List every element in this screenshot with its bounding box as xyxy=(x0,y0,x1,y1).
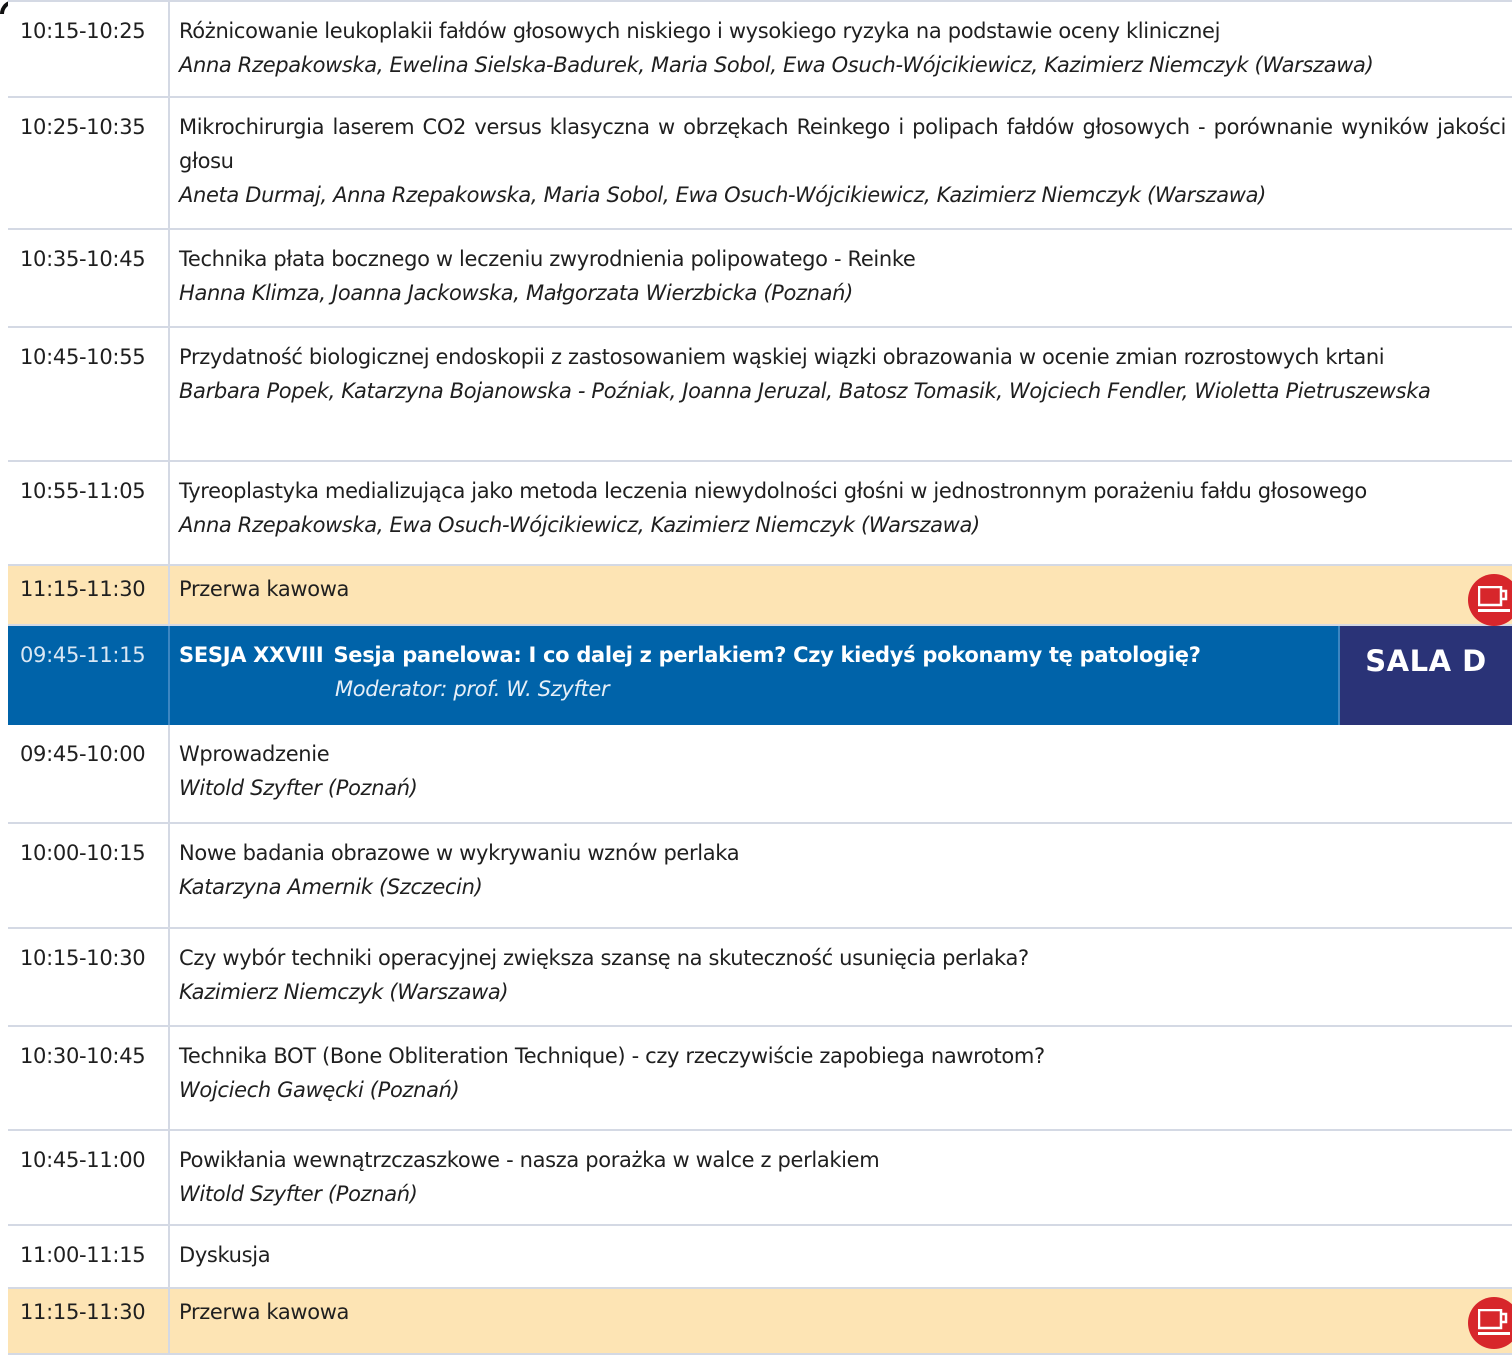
talk-title: Tyreoplastyka medializująca jako metoda … xyxy=(179,479,1367,503)
time-cell: 10:45-11:00 xyxy=(8,1131,170,1224)
talk-authors: Witold Szyfter (Poznań) xyxy=(179,776,418,800)
time-cell: 10:15-10:25 xyxy=(8,2,170,96)
room-badge: SALA D xyxy=(1338,626,1512,725)
coffee-break-row: 11:15-11:30 Przerwa kawowa xyxy=(8,566,1512,626)
session-moderator: Moderator: prof. W. Szyfter xyxy=(335,677,610,701)
time-cell: 10:25-10:35 xyxy=(8,98,170,228)
talk-authors: Katarzyna Amernik (Szczecin) xyxy=(179,875,483,899)
time-cell: 10:55-11:05 xyxy=(8,462,170,564)
talk-authors: Anna Rzepakowska, Ewelina Sielska-Badure… xyxy=(179,53,1374,77)
session-heading: SESJA XXVIII Sesja panelowa: I co dalej z… xyxy=(179,638,1332,672)
talk-title: Technika BOT (Bone Obliteration Techniqu… xyxy=(179,1044,1045,1068)
talk-cell: Czy wybór techniki operacyjnej zwiększa … xyxy=(170,929,1512,1025)
time-cell: 11:15-11:30 xyxy=(8,566,170,624)
coffee-break-row: 11:15-11:30 Przerwa kawowa xyxy=(8,1289,1512,1355)
table-row: 10:45-11:00 Powikłania wewnątrzczaszkowe… xyxy=(8,1131,1512,1226)
talk-cell: Wprowadzenie Witold Szyfter (Poznań) xyxy=(170,725,1512,822)
table-row: 10:35-10:45 Technika płata bocznego w le… xyxy=(8,230,1512,328)
talk-authors: Wojciech Gawęcki (Poznań) xyxy=(179,1078,460,1102)
talk-cell: Nowe badania obrazowe w wykrywaniu wznów… xyxy=(170,824,1512,927)
program-table: 10:15-10:25 Różnicowanie leukoplakii fał… xyxy=(8,0,1512,1355)
break-label: Przerwa kawowa xyxy=(179,577,350,601)
time-cell: 10:00-10:15 xyxy=(8,824,170,927)
talk-authors: Anna Rzepakowska, Ewa Osuch-Wójcikiewicz… xyxy=(179,513,980,537)
time-cell: 10:30-10:45 xyxy=(8,1027,170,1129)
talk-cell: Przydatność biologicznej endoskopii z za… xyxy=(170,328,1512,460)
coffee-cup-icon xyxy=(1468,1297,1512,1349)
session-title: Sesja panelowa: I co dalej z perlakiem? … xyxy=(333,643,1201,667)
talk-title: Czy wybór techniki operacyjnej zwiększa … xyxy=(179,946,1029,970)
table-row: 09:45-10:00 Wprowadzenie Witold Szyfter … xyxy=(8,725,1512,824)
time-cell: 10:15-10:30 xyxy=(8,929,170,1025)
time-cell: 11:15-11:30 xyxy=(8,1289,170,1353)
talk-authors: Hanna Klimza, Joanna Jackowska, Małgorza… xyxy=(179,281,853,305)
break-label: Przerwa kawowa xyxy=(179,1300,350,1324)
table-row: 10:45-10:55 Przydatność biologicznej end… xyxy=(8,328,1512,462)
table-row: 10:15-10:25 Różnicowanie leukoplakii fał… xyxy=(8,0,1512,98)
talk-title: Wprowadzenie xyxy=(179,742,330,766)
talk-authors: Barbara Popek, Katarzyna Bojanowska - Po… xyxy=(179,379,1431,403)
session-code: SESJA XXVIII xyxy=(179,643,324,667)
table-row: 10:15-10:30 Czy wybór techniki operacyjn… xyxy=(8,929,1512,1027)
session-header: 09:45-11:15 SESJA XXVIII Sesja panelowa: … xyxy=(8,626,1512,725)
talk-title: Dyskusja xyxy=(179,1243,271,1267)
session-info: SESJA XXVIII Sesja panelowa: I co dalej z… xyxy=(170,626,1338,725)
talk-title: Technika płata bocznego w leczeniu zwyro… xyxy=(179,247,916,271)
table-row: 10:30-10:45 Technika BOT (Bone Obliterat… xyxy=(8,1027,1512,1131)
table-row: 10:55-11:05 Tyreoplastyka medializująca … xyxy=(8,462,1512,566)
talk-cell: Mikrochirurgia laserem CO2 versus klasyc… xyxy=(170,98,1512,228)
coffee-cup-icon xyxy=(1468,574,1512,626)
talk-title: Przydatność biologicznej endoskopii z za… xyxy=(179,345,1385,369)
talk-cell: Powikłania wewnątrzczaszkowe - nasza por… xyxy=(170,1131,1512,1224)
time-cell: 10:35-10:45 xyxy=(8,230,170,326)
talk-cell: Tyreoplastyka medializująca jako metoda … xyxy=(170,462,1512,564)
session-time: 09:45-11:15 xyxy=(8,626,170,725)
talk-title: Różnicowanie leukoplakii fałdów głosowyc… xyxy=(179,19,1221,43)
table-row: 10:25-10:35 Mikrochirurgia laserem CO2 v… xyxy=(8,98,1512,230)
time-cell: 10:45-10:55 xyxy=(8,328,170,460)
time-cell: 09:45-10:00 xyxy=(8,725,170,822)
talk-cell: Dyskusja xyxy=(170,1226,1512,1287)
talk-title: Nowe badania obrazowe w wykrywaniu wznów… xyxy=(179,841,740,865)
talk-authors: Aneta Durmaj, Anna Rzepakowska, Maria So… xyxy=(179,183,1266,207)
talk-title: Mikrochirurgia laserem CO2 versus klasyc… xyxy=(179,115,1506,173)
time-cell: 11:00-11:15 xyxy=(8,1226,170,1287)
table-row: 10:00-10:15 Nowe badania obrazowe w wykr… xyxy=(8,824,1512,929)
talk-title: Powikłania wewnątrzczaszkowe - nasza por… xyxy=(179,1148,880,1172)
talk-authors: Witold Szyfter (Poznań) xyxy=(179,1182,418,1206)
talk-cell: Technika BOT (Bone Obliteration Techniqu… xyxy=(170,1027,1512,1129)
discussion-row: 11:00-11:15 Dyskusja xyxy=(8,1226,1512,1289)
talk-cell: Różnicowanie leukoplakii fałdów głosowyc… xyxy=(170,2,1512,96)
talk-cell: Technika płata bocznego w leczeniu zwyro… xyxy=(170,230,1512,326)
talk-authors: Kazimierz Niemczyk (Warszawa) xyxy=(179,980,509,1004)
